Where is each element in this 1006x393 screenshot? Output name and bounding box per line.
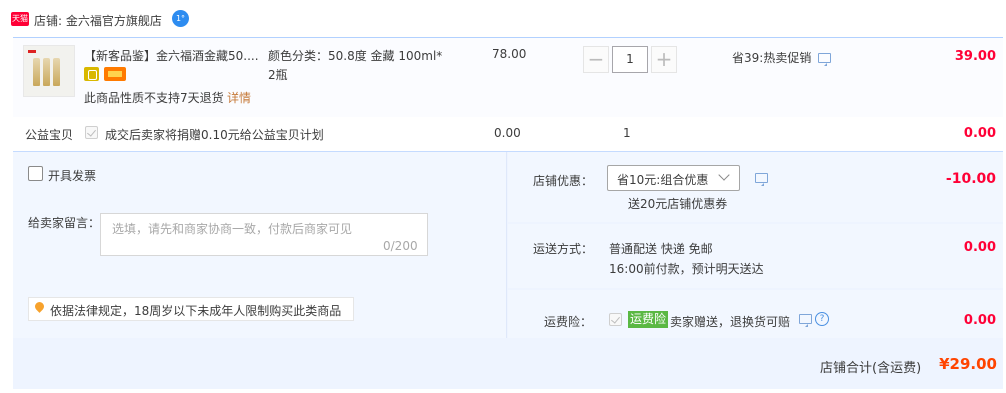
invoice-label[interactable]: 开具发票: [48, 167, 96, 184]
insurance-info-icon[interactable]: [799, 314, 812, 327]
detail-link[interactable]: 详情: [227, 89, 251, 106]
no-return-notice: 此商品性质不支持7天退货: [84, 91, 224, 105]
sku-spec-line: 2瓶: [268, 68, 288, 82]
charity-subtotal: 0.00: [963, 126, 996, 141]
chat-icon[interactable]: 1°: [172, 10, 189, 27]
insurance-text: 卖家赠送，退换货可赔: [670, 315, 791, 329]
quantity-input[interactable]: 1: [612, 46, 648, 73]
shop-discount-label: 店铺优惠：: [533, 174, 594, 188]
quantity-decrease-button[interactable]: −: [583, 46, 609, 73]
coupon-note: 送20元店铺优惠券: [628, 197, 728, 211]
unit-price: 78.00: [492, 47, 527, 61]
shop-total-value: ¥29.00: [939, 355, 997, 373]
brand-mark: [28, 50, 36, 53]
discount-info-icon[interactable]: [755, 173, 768, 186]
seller-message-placeholder: 选填，请先和商家协商一致，付款后商家可见: [112, 222, 353, 236]
shop-name-link[interactable]: 店铺: 金六福官方旗舰店: [34, 12, 162, 29]
charity-quantity: 1: [623, 126, 631, 140]
bottle-image: [33, 58, 40, 86]
charity-checkbox: [85, 126, 98, 139]
card-payment-badge-icon: [104, 67, 126, 81]
charity-text: 成交后卖家将捐赠0.10元给公益宝贝计划: [105, 128, 324, 142]
shop-discount-selected[interactable]: 省10元:组合优惠: [617, 171, 708, 188]
seller-message-count: 0/200: [383, 239, 418, 253]
guarantee-badge-icon: [84, 67, 99, 81]
product-thumbnail[interactable]: [23, 45, 75, 97]
shipping-fee: 0.00: [963, 240, 996, 255]
seller-message-label: 给卖家留言：: [28, 216, 101, 230]
insurance-fee: 0.00: [963, 313, 996, 328]
bottle-image: [53, 58, 60, 86]
insurance-tag: 运费险: [628, 311, 669, 328]
insurance-label: 运费险：: [544, 315, 593, 329]
question-icon[interactable]: ?: [815, 312, 829, 326]
sku-spec: 颜色分类：50.8度 金藏 100ml* 2瓶: [268, 47, 458, 85]
shop-discount-value: -10.00: [945, 171, 996, 187]
product-title-link[interactable]: 【新客品鉴】金六福酒金藏50....: [84, 47, 264, 64]
shipping-label: 运送方式：: [533, 242, 594, 256]
shop-total-label: 店铺合计(含运费): [820, 361, 922, 376]
promo-info-icon[interactable]: [818, 53, 831, 66]
insurance-checkbox: [609, 313, 622, 326]
charity-price: 0.00: [494, 126, 521, 140]
promotion-text: 省39:热卖促销: [732, 51, 812, 65]
bottle-image: [43, 58, 50, 86]
quantity-increase-button[interactable]: +: [651, 46, 677, 73]
sku-spec-line: 颜色分类：50.8度 金藏 100ml*: [268, 49, 443, 63]
age-restriction-text: 依据法律规定，18周岁以下未成年人限制购买此类商品: [50, 304, 342, 318]
tmall-logo: 天猫: [11, 12, 29, 26]
charity-label: 公益宝贝: [25, 128, 74, 142]
shipping-method: 普通配送 快递 免邮: [609, 242, 713, 256]
item-subtotal: 39.00: [954, 49, 996, 64]
shipping-eta: 16:00前付款，预计明天送达: [609, 262, 764, 276]
invoice-checkbox[interactable]: [28, 166, 43, 181]
